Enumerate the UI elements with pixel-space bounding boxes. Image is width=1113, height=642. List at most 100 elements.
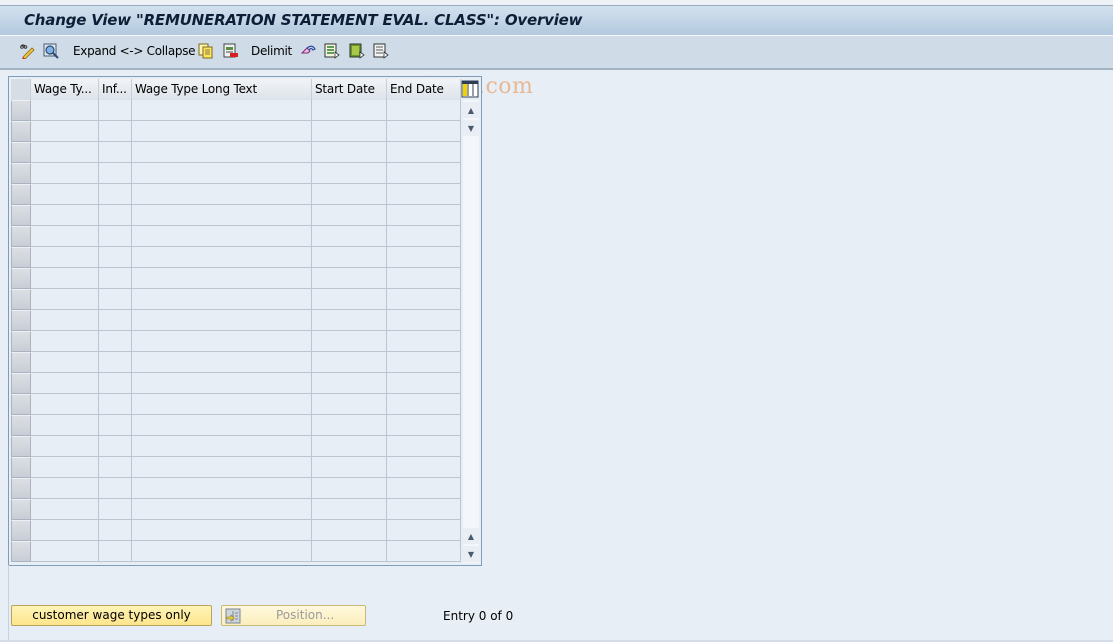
cell-end-date[interactable] [387,499,461,520]
select-all-button[interactable] [324,42,340,60]
cell-wage-type[interactable] [31,499,99,520]
cell-wage-type[interactable] [31,226,99,247]
cell-start-date[interactable] [312,541,387,562]
row-selector-button[interactable] [11,310,31,331]
cell-wage-type[interactable] [31,352,99,373]
position-button[interactable]: Position... [221,605,366,626]
cell-start-date[interactable] [312,163,387,184]
cell-long-text[interactable] [132,457,312,478]
cell-infotype[interactable] [99,142,132,163]
row-selector-button[interactable] [11,331,31,352]
vertical-scrollbar[interactable]: ▲ ▼ ▲ ▼ [463,100,479,563]
scroll-page-up-button[interactable]: ▲ [463,102,479,118]
cell-start-date[interactable] [312,121,387,142]
cell-start-date[interactable] [312,289,387,310]
cell-long-text[interactable] [132,184,312,205]
cell-long-text[interactable] [132,310,312,331]
cell-start-date[interactable] [312,268,387,289]
cell-end-date[interactable] [387,100,461,121]
cell-end-date[interactable] [387,268,461,289]
cell-end-date[interactable] [387,373,461,394]
cell-start-date[interactable] [312,247,387,268]
row-selector-button[interactable] [11,499,31,520]
cell-long-text[interactable] [132,520,312,541]
cell-long-text[interactable] [132,478,312,499]
cell-start-date[interactable] [312,394,387,415]
cell-infotype[interactable] [99,247,132,268]
cell-wage-type[interactable] [31,478,99,499]
cell-start-date[interactable] [312,499,387,520]
cell-long-text[interactable] [132,226,312,247]
row-selector-button[interactable] [11,226,31,247]
cell-start-date[interactable] [312,520,387,541]
cell-wage-type[interactable] [31,373,99,394]
cell-end-date[interactable] [387,142,461,163]
cell-end-date[interactable] [387,394,461,415]
cell-infotype[interactable] [99,520,132,541]
cell-long-text[interactable] [132,394,312,415]
row-selector-button[interactable] [11,205,31,226]
cell-infotype[interactable] [99,415,132,436]
copy-as-button[interactable] [198,42,214,60]
cell-start-date[interactable] [312,331,387,352]
cell-end-date[interactable] [387,310,461,331]
cell-wage-type[interactable] [31,289,99,310]
row-selector-button[interactable] [11,541,31,562]
cell-long-text[interactable] [132,289,312,310]
row-selector-button[interactable] [11,520,31,541]
cell-infotype[interactable] [99,184,132,205]
cell-end-date[interactable] [387,184,461,205]
column-header-long-text[interactable]: Wage Type Long Text [132,79,312,100]
row-selector-button[interactable] [11,289,31,310]
cell-start-date[interactable] [312,142,387,163]
row-selector-button[interactable] [11,478,31,499]
cell-start-date[interactable] [312,184,387,205]
cell-infotype[interactable] [99,352,132,373]
row-selector-button[interactable] [11,436,31,457]
cell-start-date[interactable] [312,100,387,121]
row-selector-button[interactable] [11,247,31,268]
cell-end-date[interactable] [387,478,461,499]
cell-long-text[interactable] [132,415,312,436]
cell-infotype[interactable] [99,226,132,247]
cell-start-date[interactable] [312,436,387,457]
cell-start-date[interactable] [312,478,387,499]
row-selector-button[interactable] [11,163,31,184]
cell-infotype[interactable] [99,436,132,457]
row-selector-button[interactable] [11,121,31,142]
cell-long-text[interactable] [132,541,312,562]
select-block-button[interactable] [349,42,365,60]
scroll-page-down-button[interactable]: ▼ [463,120,479,136]
cell-wage-type[interactable] [31,394,99,415]
cell-end-date[interactable] [387,289,461,310]
cell-end-date[interactable] [387,436,461,457]
cell-infotype[interactable] [99,394,132,415]
cell-wage-type[interactable] [31,310,99,331]
cell-end-date[interactable] [387,331,461,352]
row-selector-button[interactable] [11,184,31,205]
row-selector-button[interactable] [11,100,31,121]
cell-infotype[interactable] [99,331,132,352]
row-selector-button[interactable] [11,268,31,289]
cell-long-text[interactable] [132,205,312,226]
column-header-infotype[interactable]: Inf... [99,79,132,100]
cell-long-text[interactable] [132,373,312,394]
cell-long-text[interactable] [132,100,312,121]
cell-start-date[interactable] [312,373,387,394]
table-settings-button[interactable] [461,80,479,98]
row-selector-button[interactable] [11,142,31,163]
cell-wage-type[interactable] [31,331,99,352]
cell-end-date[interactable] [387,415,461,436]
column-header-end-date[interactable]: End Date [387,79,461,100]
row-selector-button[interactable] [11,415,31,436]
delimit-button[interactable]: Delimit [251,42,292,60]
cell-wage-type[interactable] [31,100,99,121]
cell-end-date[interactable] [387,352,461,373]
cell-infotype[interactable] [99,499,132,520]
cell-long-text[interactable] [132,247,312,268]
column-header-wage-type[interactable]: Wage Ty... [31,79,99,100]
row-selector-button[interactable] [11,394,31,415]
cell-long-text[interactable] [132,436,312,457]
cell-start-date[interactable] [312,415,387,436]
cell-wage-type[interactable] [31,541,99,562]
